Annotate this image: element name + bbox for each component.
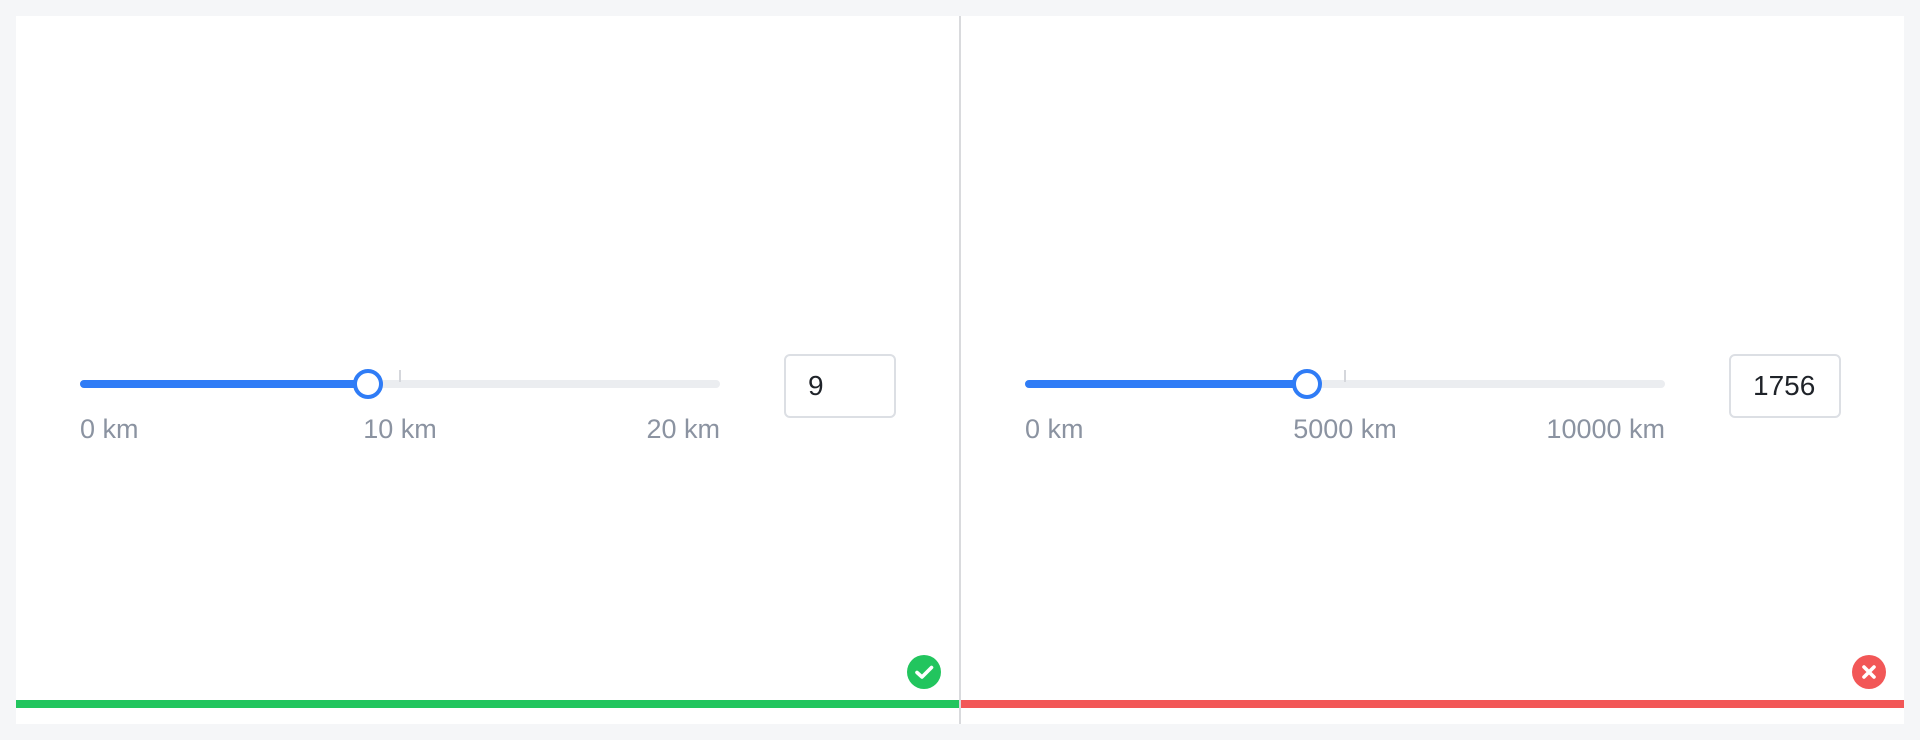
slider-tick-mark bbox=[399, 370, 401, 382]
slider-thumb[interactable] bbox=[1291, 369, 1322, 399]
distance-slider[interactable]: 0 km 5000 km 10000 km bbox=[1025, 354, 1665, 444]
status-bar-error bbox=[961, 700, 1904, 708]
slider-mid-label: 10 km bbox=[363, 414, 437, 444]
slider-min-label: 0 km bbox=[1025, 414, 1084, 444]
slider-mid-label: 5000 km bbox=[1293, 414, 1397, 444]
close-icon bbox=[1852, 655, 1886, 689]
slider-max-label: 20 km bbox=[646, 414, 720, 444]
value-input[interactable] bbox=[784, 354, 896, 418]
check-icon bbox=[907, 655, 941, 689]
value-input[interactable] bbox=[1729, 354, 1841, 418]
slider-min-label: 0 km bbox=[80, 414, 139, 444]
slider-fill bbox=[80, 380, 368, 388]
distance-slider[interactable]: 0 km 10 km 20 km bbox=[80, 354, 720, 444]
panel-right: 0 km 5000 km 10000 km bbox=[961, 16, 1904, 724]
panel-left: 0 km 10 km 20 km bbox=[16, 16, 959, 724]
slider-thumb[interactable] bbox=[353, 369, 383, 399]
slider-max-label: 10000 km bbox=[1546, 414, 1665, 444]
status-bar-success bbox=[16, 700, 959, 708]
comparison-frame: 0 km 10 km 20 km 0 km 5000 km 10000 km bbox=[16, 16, 1904, 724]
slider-fill bbox=[1025, 380, 1307, 388]
slider-tick-mark bbox=[1344, 370, 1346, 382]
